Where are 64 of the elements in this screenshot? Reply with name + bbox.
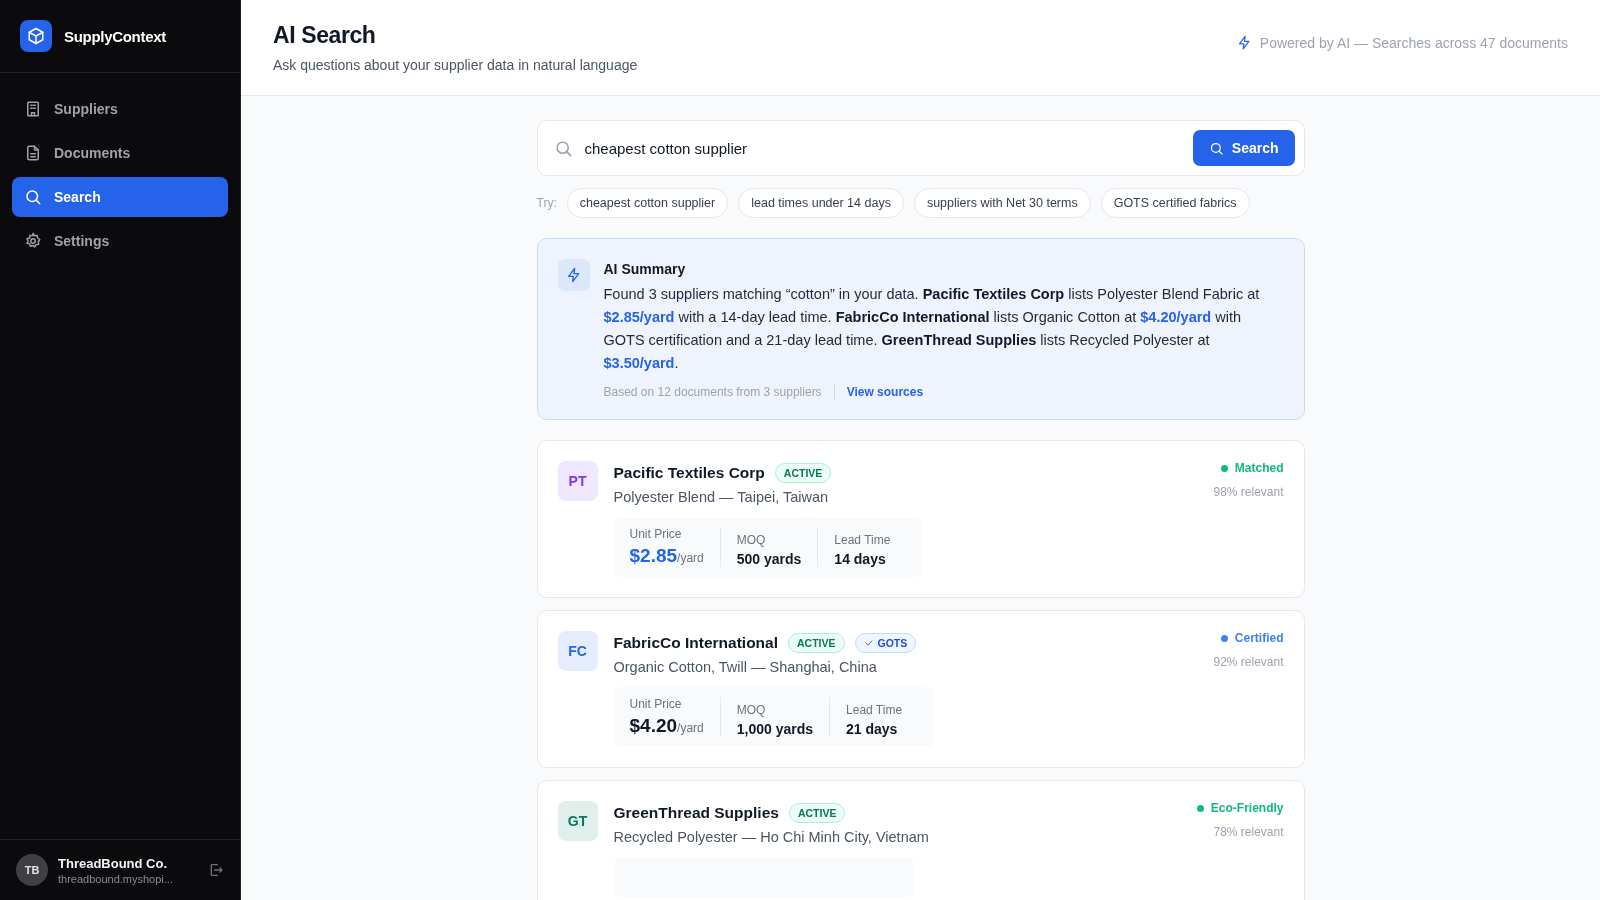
suggestion-chip[interactable]: suppliers with Net 30 terms — [913, 188, 1091, 218]
supplier-detail: Organic Cotton, Twill — Shanghai, China — [613, 659, 878, 675]
supplier-avatar: GT — [557, 801, 598, 841]
stat-value: 1,000 yards — [736, 721, 814, 737]
stat-label: Lead Time — [846, 703, 903, 717]
supplier-avatar: PT — [557, 461, 598, 501]
try-label: Try: — [536, 196, 557, 210]
sidebar-item[interactable]: Suppliers — [12, 89, 228, 129]
stat-value: 14 days — [834, 551, 887, 567]
summary-basis: Based on 12 documents from 3 suppliers — [603, 385, 822, 399]
suggestion-chip[interactable]: lead times under 14 days — [738, 188, 904, 218]
stat-label: Unit Price — [629, 697, 683, 711]
page-title: AI Search — [273, 22, 377, 49]
powered-note: Powered by AI — Searches across 47 documents — [1259, 34, 1568, 51]
status-badge: ACTIVE — [788, 803, 846, 823]
account-avatar: TB — [16, 854, 48, 886]
stat-label: MOQ — [736, 533, 767, 547]
status-badge: ACTIVE — [774, 463, 832, 483]
cube-icon — [27, 27, 45, 45]
bolt-icon — [1236, 35, 1252, 50]
app-name: SupplyContext — [64, 27, 166, 45]
stat-label: MOQ — [736, 703, 767, 717]
summary-text: Found 3 suppliers matching “cotton” in your data. Pacific Textiles Corp lists Polyester Blend Fabric at $2.85/yard with a 14-day lead time. FabricCo International lists Organic Cotton at $4.20/yard with GOTS certification and a 21-day lead time. GreenThread Supplies lists Recycled Polyester at $3.50/yard. — [603, 285, 1261, 373]
suggestion-chip[interactable]: GOTS certified fabrics — [1100, 188, 1250, 218]
relevance-score: 78% relevant — [1213, 825, 1284, 839]
sidebar-item[interactable]: Search — [12, 177, 228, 217]
search-icon — [1208, 140, 1224, 156]
document-icon — [24, 144, 42, 162]
summary-title: AI Summary — [603, 261, 687, 277]
supplier-name: FabricCo International — [613, 634, 778, 652]
search-icon — [553, 138, 573, 158]
search-field[interactable]: cheapest cotton supplier Search — [536, 120, 1305, 176]
stat-label: Lead Time — [834, 533, 891, 547]
stat-value: 21 days — [846, 721, 899, 737]
relevance-score: 98% relevant — [1213, 485, 1284, 499]
sidebar-item[interactable]: Documents — [12, 133, 228, 173]
search-icon — [24, 188, 42, 206]
check-icon — [863, 638, 874, 648]
logout-icon — [208, 862, 224, 878]
building-icon — [24, 100, 42, 118]
view-sources-link[interactable]: View sources — [846, 385, 924, 399]
settings-icon — [24, 232, 42, 250]
match-status: Eco-Friendly — [1210, 801, 1284, 815]
relevance-score: 92% relevant — [1213, 655, 1284, 669]
status-badge: ACTIVE — [788, 633, 845, 653]
search-button[interactable]: Search — [1192, 130, 1295, 166]
page-subtitle: Ask questions about your supplier data in natural language — [273, 57, 638, 73]
account-domain: threadbound.myshopi... — [58, 872, 174, 885]
stat-value: 500 yards — [736, 551, 802, 567]
match-status: Certified — [1234, 631, 1284, 645]
certification-badge: GOTS — [854, 633, 917, 653]
unit-price: $2.85/yard — [629, 545, 704, 567]
unit-price: $4.20/yard — [629, 715, 704, 737]
supplier-name: Pacific Textiles Corp — [613, 464, 765, 482]
supplier-detail: Polyester Blend — Taipei, Taiwan — [613, 489, 830, 505]
stat-label: Unit Price — [629, 527, 683, 541]
supplier-detail: Recycled Polyester — Ho Chi Minh City, Vietnam — [613, 829, 930, 845]
supplier-avatar: FC — [557, 631, 598, 671]
supplier-name: GreenThread Supplies — [613, 804, 779, 822]
account-name: ThreadBound Co. — [58, 855, 169, 871]
bolt-icon — [565, 267, 582, 283]
sidebar-item[interactable]: Settings — [12, 221, 228, 261]
suggestion-chip[interactable]: cheapest cotton supplier — [566, 188, 729, 218]
match-status: Matched — [1234, 461, 1284, 475]
